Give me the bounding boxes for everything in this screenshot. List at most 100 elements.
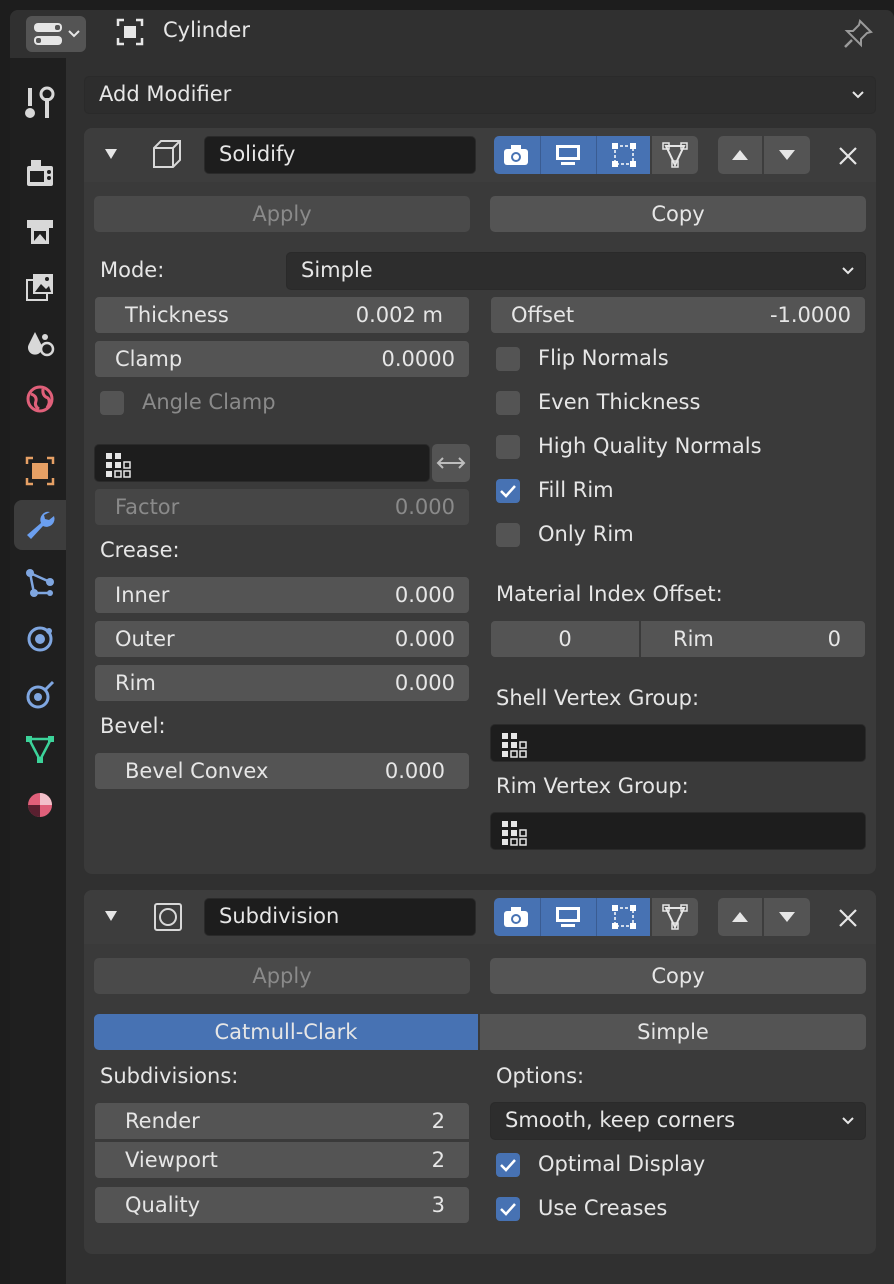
shell-vertex-group-field[interactable] [490, 724, 866, 762]
use-creases-checkbox[interactable] [496, 1197, 520, 1221]
object-properties-icon [25, 456, 55, 486]
viewport-toggle[interactable] [540, 136, 594, 174]
wrench-icon [27, 511, 55, 539]
collapse-triangle-icon[interactable] [104, 147, 118, 161]
tab-data[interactable] [14, 724, 66, 774]
bevel-convex-field[interactable]: Bevel Convex 0.000 [94, 752, 470, 790]
fill-rim-checkbox[interactable] [496, 479, 520, 503]
render-toggle[interactable] [494, 136, 538, 174]
invert-vertex-group-button[interactable] [432, 444, 470, 482]
copy-label: Copy [651, 964, 705, 988]
collapse-triangle-icon[interactable] [104, 909, 118, 923]
offset-value: -1.0000 [769, 303, 851, 327]
simple-option[interactable]: Simple [480, 1014, 866, 1050]
crease-inner-value: 0.000 [394, 583, 455, 607]
catmull-clark-option[interactable]: Catmull-Clark [94, 1014, 478, 1050]
quality-field[interactable]: Quality 3 [94, 1186, 470, 1224]
crease-inner-field[interactable]: Inner 0.000 [94, 576, 470, 614]
material-offset-field[interactable]: 0 [490, 620, 640, 658]
material-offset-value: 0 [558, 627, 572, 651]
tab-constraints[interactable] [14, 670, 66, 720]
even-thickness-label: Even Thickness [538, 390, 701, 414]
rim-vertex-group-field[interactable] [490, 812, 866, 850]
add-modifier-dropdown[interactable]: Add Modifier [84, 76, 876, 114]
crease-outer-field[interactable]: Outer 0.000 [94, 620, 470, 658]
render-levels-field[interactable]: Render 2 [94, 1102, 470, 1140]
chevron-down-icon [68, 30, 80, 38]
quality-value: 3 [431, 1193, 445, 1217]
tab-physics[interactable] [14, 614, 66, 664]
shell-vertex-group-label: Shell Vertex Group: [496, 686, 700, 710]
move-down-button[interactable] [764, 898, 810, 936]
angle-clamp-checkbox[interactable] [100, 391, 124, 415]
pin-icon[interactable] [842, 18, 874, 50]
move-down-button[interactable] [764, 136, 810, 174]
thickness-field[interactable]: Thickness 0.002 m [94, 296, 470, 334]
editmode-toggle[interactable] [596, 136, 650, 174]
viewport-levels-field[interactable]: Viewport 2 [94, 1141, 470, 1179]
material-rim-offset-field[interactable]: Rim 0 [640, 620, 866, 658]
material-index-offset-label: Material Index Offset: [496, 582, 723, 606]
tab-scene[interactable] [14, 318, 66, 368]
uv-smooth-dropdown[interactable]: Smooth, keep corners [490, 1102, 866, 1140]
flip-normals-checkbox[interactable] [496, 347, 520, 371]
tab-view-layer[interactable] [14, 262, 66, 312]
move-up-button[interactable] [718, 898, 762, 936]
clamp-field[interactable]: Clamp 0.0000 [94, 340, 470, 378]
offset-field[interactable]: Offset -1.0000 [490, 296, 866, 334]
material-icon [28, 793, 52, 817]
vertex-group-field[interactable] [94, 444, 430, 482]
mode-dropdown[interactable]: Simple [286, 252, 866, 290]
apply-button[interactable]: Apply [94, 196, 470, 232]
tab-particles[interactable] [14, 558, 66, 608]
cage-toggle[interactable] [652, 136, 698, 174]
flip-normals-label: Flip Normals [538, 346, 669, 370]
editmode-toggle[interactable] [596, 898, 650, 936]
tab-object[interactable] [14, 446, 66, 496]
high-quality-normals-checkbox[interactable] [496, 435, 520, 459]
output-icon [27, 220, 53, 244]
material-rim-value: 0 [827, 627, 841, 651]
options-label: Options: [496, 1064, 585, 1088]
render-levels-value: 2 [431, 1109, 445, 1133]
close-icon[interactable] [838, 146, 858, 166]
tab-tool[interactable] [14, 78, 66, 128]
mode-value: Simple [301, 258, 373, 282]
modifier-name-field[interactable]: Solidify [204, 136, 476, 174]
optimal-display-checkbox[interactable] [496, 1153, 520, 1177]
crease-rim-field[interactable]: Rim 0.000 [94, 664, 470, 702]
move-up-button[interactable] [718, 136, 762, 174]
bevel-convex-label: Bevel Convex [125, 759, 269, 783]
tab-material[interactable] [14, 780, 66, 830]
only-rim-checkbox[interactable] [496, 523, 520, 547]
material-rim-label: Rim [673, 627, 714, 651]
viewport-toggle[interactable] [540, 898, 594, 936]
physics-icon [27, 626, 53, 652]
camera-icon [504, 907, 528, 927]
tab-output[interactable] [14, 206, 66, 256]
arrow-up-icon [732, 912, 748, 922]
tab-render[interactable] [14, 148, 66, 198]
even-thickness-checkbox[interactable] [496, 391, 520, 415]
tab-world[interactable] [14, 374, 66, 424]
crease-rim-value: 0.000 [394, 671, 455, 695]
camera-icon [504, 145, 528, 165]
factor-field[interactable]: Factor 0.000 [94, 488, 470, 526]
apply-button[interactable]: Apply [94, 958, 470, 994]
cage-toggle[interactable] [652, 898, 698, 936]
modifier-name-field[interactable]: Subdivision [204, 898, 476, 936]
subdivision-modifier-icon [154, 903, 182, 931]
render-toggle[interactable] [494, 898, 538, 936]
arrow-up-icon [732, 150, 748, 160]
constraints-icon [26, 680, 55, 709]
viewport-levels-value: 2 [431, 1148, 445, 1172]
editor-type-icon [34, 23, 62, 45]
only-rim-label: Only Rim [538, 522, 634, 546]
editor-type-button[interactable] [26, 16, 86, 52]
copy-button[interactable]: Copy [490, 958, 866, 994]
close-icon[interactable] [838, 908, 858, 928]
solidify-modifier-icon [153, 140, 181, 168]
tab-modifiers[interactable] [14, 500, 66, 550]
copy-button[interactable]: Copy [490, 196, 866, 232]
viewport-levels-label: Viewport [125, 1148, 218, 1172]
